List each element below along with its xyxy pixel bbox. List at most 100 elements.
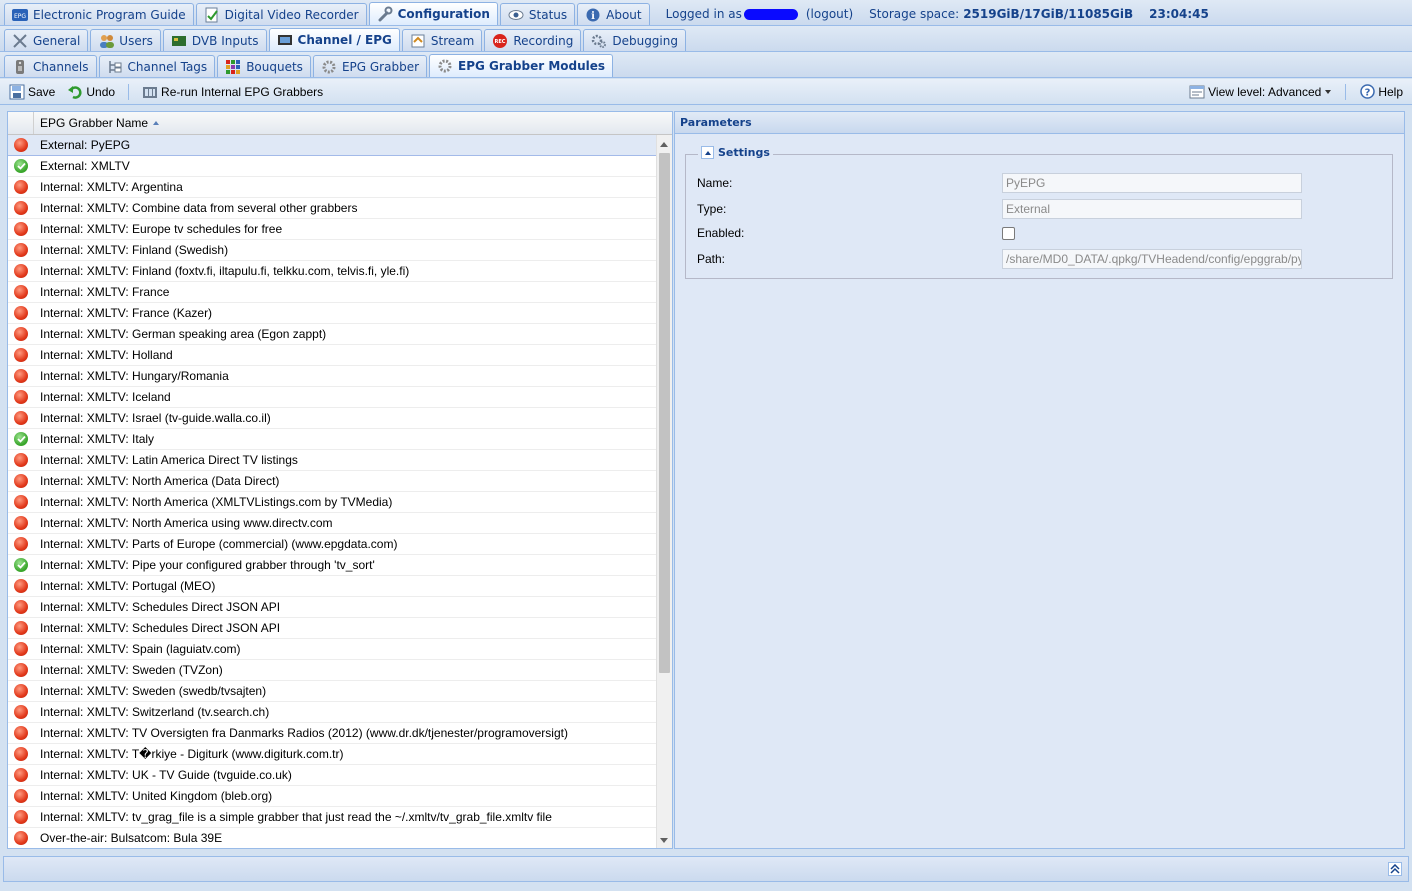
grabber-name-cell: Internal: XMLTV: Italy	[40, 432, 155, 446]
table-row[interactable]: Internal: XMLTV: UK - TV Guide (tvguide.…	[8, 765, 658, 786]
table-row[interactable]: Internal: XMLTV: Finland (Swedish)	[8, 240, 658, 261]
redacted-username	[743, 8, 798, 20]
table-row[interactable]: Internal: XMLTV: Europe tv schedules for…	[8, 219, 658, 240]
grid-scrollbar[interactable]	[656, 135, 672, 848]
table-row[interactable]: Internal: XMLTV: Italy	[8, 429, 658, 450]
dvr-icon	[204, 7, 220, 23]
expand-button[interactable]	[1388, 862, 1402, 876]
table-row[interactable]: External: PyEPG	[8, 135, 658, 156]
status-cell	[8, 474, 34, 488]
tab-about[interactable]: i About	[577, 3, 650, 25]
users-icon	[98, 33, 115, 49]
table-row[interactable]: Internal: XMLTV: Sweden (swedb/tvsajten)	[8, 681, 658, 702]
grabber-name-cell: Internal: XMLTV: Switzerland (tv.search.…	[40, 705, 270, 719]
path-field[interactable]: /share/MD0_DATA/.qpkg/TVHeadend/config/e…	[1002, 249, 1302, 269]
wrench-icon	[377, 6, 393, 22]
tab-users[interactable]: Users	[90, 29, 161, 51]
grabber-icon	[437, 58, 453, 74]
table-row[interactable]: Internal: XMLTV: Holland	[8, 345, 658, 366]
undo-button[interactable]: Undo	[64, 82, 118, 102]
footer-bar	[3, 856, 1409, 882]
tab-label: Digital Video Recorder	[224, 7, 359, 22]
table-row[interactable]: Internal: XMLTV: Switzerland (tv.search.…	[8, 702, 658, 723]
view-level-dropdown[interactable]: View level: Advanced	[1186, 82, 1335, 102]
table-row[interactable]: Internal: XMLTV: Combine data from sever…	[8, 198, 658, 219]
table-row[interactable]: Internal: XMLTV: Hungary/Romania	[8, 366, 658, 387]
table-row[interactable]: External: XMLTV	[8, 156, 658, 177]
table-row[interactable]: Internal: XMLTV: France (Kazer)	[8, 303, 658, 324]
table-row[interactable]: Internal: XMLTV: Finland (foxtv.fi, ilta…	[8, 261, 658, 282]
tab-debugging[interactable]: Debugging	[583, 29, 686, 51]
table-row[interactable]: Internal: XMLTV: Pipe your configured gr…	[8, 555, 658, 576]
name-field[interactable]: PyEPG	[1002, 173, 1302, 193]
scroll-down-icon[interactable]	[660, 838, 668, 843]
collapse-button[interactable]	[701, 146, 714, 159]
table-row[interactable]: Internal: XMLTV: North America (XMLTVLis…	[8, 492, 658, 513]
tab-bouquets[interactable]: Bouquets	[217, 55, 311, 77]
table-row[interactable]: Internal: XMLTV: Spain (laguiatv.com)	[8, 639, 658, 660]
tab-channels[interactable]: Channels	[4, 55, 97, 77]
tab-electronic-program-guide[interactable]: EPG Electronic Program Guide	[4, 3, 194, 25]
logout-link[interactable]: (logout)	[806, 7, 853, 21]
table-row[interactable]: Internal: XMLTV: T�rkiye - Digiturk (www…	[8, 744, 658, 765]
grabber-name-cell: Internal: XMLTV: Spain (laguiatv.com)	[40, 642, 241, 656]
table-row[interactable]: Internal: XMLTV: North America using www…	[8, 513, 658, 534]
table-row[interactable]: Internal: XMLTV: North America (Data Dir…	[8, 471, 658, 492]
scroll-thumb[interactable]	[659, 153, 670, 673]
disabled-dot-icon	[14, 726, 28, 740]
tab-configuration[interactable]: Configuration	[368, 2, 498, 25]
rerun-grabbers-button[interactable]: Re-run Internal EPG Grabbers	[139, 82, 326, 102]
tab-channel-tags[interactable]: Channel Tags	[98, 55, 216, 77]
grid-icon	[225, 59, 241, 75]
tab-status[interactable]: Status	[499, 3, 576, 25]
table-row[interactable]: Internal: XMLTV: German speaking area (E…	[8, 324, 658, 345]
grabber-name-cell: Internal: XMLTV: Latin America Direct TV…	[40, 453, 298, 467]
table-row[interactable]: Internal: XMLTV: United Kingdom (bleb.or…	[8, 786, 658, 807]
status-column-header	[8, 112, 34, 134]
tab-epg-grabber-modules[interactable]: EPG Grabber Modules	[429, 54, 614, 77]
tab-digital-video-recorder[interactable]: Digital Video Recorder	[195, 3, 367, 25]
tab-dvb-inputs[interactable]: DVB Inputs	[162, 29, 267, 51]
table-row[interactable]: Over-the-air: Bulsatcom: Bula 39E	[8, 828, 658, 848]
enabled-check-icon	[14, 558, 28, 572]
table-row[interactable]: Internal: XMLTV: tv_grag_file is a simpl…	[8, 807, 658, 828]
grid-body: External: PyEPG External: XMLTV Internal: …	[8, 135, 658, 848]
column-header-label: EPG Grabber Name	[40, 116, 149, 130]
disabled-dot-icon	[14, 579, 28, 593]
status-cell	[8, 159, 34, 173]
svg-text:?: ?	[1364, 88, 1370, 99]
tab-channel-epg[interactable]: Channel / EPG	[268, 28, 400, 51]
enabled-checkbox[interactable]	[1002, 226, 1015, 240]
save-button[interactable]: Save	[6, 82, 58, 102]
tab-recording[interactable]: REC Recording	[484, 29, 582, 51]
table-row[interactable]: Internal: XMLTV: Israel (tv-guide.walla.…	[8, 408, 658, 429]
status-cell	[8, 453, 34, 467]
grabber-name-cell: Internal: XMLTV: TV Oversigten fra Danma…	[40, 726, 568, 740]
tab-stream[interactable]: Stream	[401, 29, 483, 51]
table-row[interactable]: Internal: XMLTV: France	[8, 282, 658, 303]
tab-general[interactable]: General	[4, 29, 89, 51]
grabber-name-cell: Internal: XMLTV: Argentina	[40, 180, 183, 194]
table-row[interactable]: Internal: XMLTV: TV Oversigten fra Danma…	[8, 723, 658, 744]
table-row[interactable]: Internal: XMLTV: Latin America Direct TV…	[8, 450, 658, 471]
table-row[interactable]: Internal: XMLTV: Argentina	[8, 177, 658, 198]
table-row[interactable]: Internal: XMLTV: Schedules Direct JSON A…	[8, 597, 658, 618]
type-field[interactable]: External	[1002, 199, 1302, 219]
table-row[interactable]: Internal: XMLTV: Schedules Direct JSON A…	[8, 618, 658, 639]
table-row[interactable]: Internal: XMLTV: Sweden (TVZon)	[8, 660, 658, 681]
tab-epg-grabber[interactable]: EPG Grabber	[312, 55, 428, 77]
disabled-dot-icon	[14, 306, 28, 320]
grabber-name-cell: Internal: XMLTV: Europe tv schedules for…	[40, 222, 283, 236]
table-row[interactable]: Internal: XMLTV: Iceland	[8, 387, 658, 408]
help-button[interactable]: ? Help	[1356, 82, 1406, 102]
scroll-up-icon[interactable]	[660, 142, 668, 147]
table-row[interactable]: Internal: XMLTV: Portugal (MEO)	[8, 576, 658, 597]
enabled-row: Enabled:	[697, 226, 1015, 240]
tab-label: EPG Grabber	[341, 59, 420, 74]
status-cell	[8, 705, 34, 719]
path-label: Path:	[697, 252, 726, 266]
disabled-dot-icon	[14, 600, 28, 614]
column-header-name[interactable]: EPG Grabber Name	[34, 115, 160, 131]
status-cell	[8, 495, 34, 509]
table-row[interactable]: Internal: XMLTV: Parts of Europe (commer…	[8, 534, 658, 555]
